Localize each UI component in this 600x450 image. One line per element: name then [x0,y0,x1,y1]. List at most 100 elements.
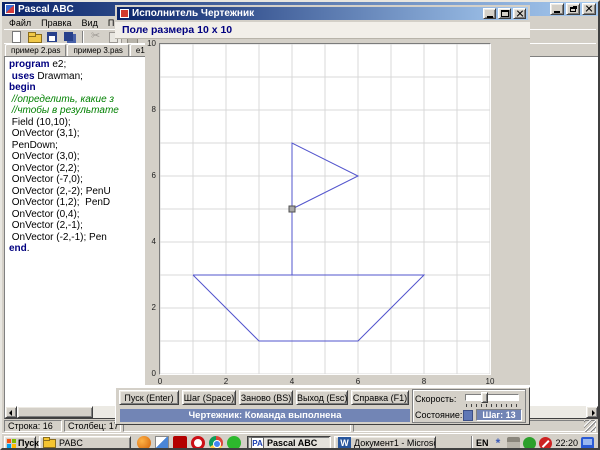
left-arrow-icon [9,410,12,416]
pascal-close-button[interactable] [582,3,596,15]
status-line-panel: Строка: 16 [4,420,62,432]
taskbar-button-Pascal ABC[interactable]: PAPascal ABC [247,436,331,450]
slider-ticks [466,404,518,407]
y-tick-label: 4 [145,237,156,246]
pascal-minimize-button[interactable] [550,3,564,15]
slider-thumb[interactable] [481,392,488,403]
scroll-right-button[interactable] [586,406,598,418]
drawer-maximize-button[interactable] [498,8,511,19]
pascal-window-controls [550,3,596,15]
chrome-icon[interactable] [209,436,223,450]
paint-document-icon[interactable] [155,436,169,450]
speed-state-group: Скорость: Состояние: Шаг: 13 [412,389,526,423]
new-file-icon[interactable] [8,30,24,43]
taskbar-button-label: Документ1 - Microsoft ... [354,438,436,448]
drawer-control-panel: Пуск (Enter)Шаг (Space)Заново (BS)Выход … [115,387,530,425]
x-tick-label: 0 [155,377,165,386]
restore-icon [570,7,576,12]
open-file-icon[interactable] [26,30,42,43]
toolbar-separator [82,31,84,43]
x-tick-label: 2 [221,377,231,386]
language-indicator[interactable]: EN [476,438,489,448]
tab-пример 3.pas[interactable]: пример 3.pas [67,44,128,56]
save-all-icon[interactable] [62,30,78,43]
x-axis-labels: 0 2 4 6 8 10 [145,377,530,387]
printer-tray-icon[interactable] [507,437,520,450]
volume-muted-tray-icon[interactable] [539,437,552,450]
close-icon [515,9,525,19]
y-tick-label: 2 [145,303,156,312]
state-row: Состояние: Шаг: 13 [415,407,523,423]
menu-item-Правка[interactable]: Правка [36,18,76,28]
drawer-status-message: Чертежник: Команда выполнена [120,409,410,422]
desktop-screen: Pascal ABC ФайлПравкаВидПрограмм пример … [0,0,600,450]
minimize-icon [554,11,560,13]
menu-item-Вид[interactable]: Вид [77,18,103,28]
phone-tray-icon[interactable] [523,437,536,450]
drawer-titlebar-inner: Исполнитель Чертежник [117,7,528,20]
field-canvas [160,44,490,374]
right-arrow-icon [592,410,595,416]
x-tick-label: 6 [353,377,363,386]
close-icon [584,4,594,14]
system-tray: EN * 22:20 [471,436,596,450]
speed-slider[interactable] [463,392,521,407]
drawer-button-Справка (F1)[interactable]: Справка (F1) [351,390,409,405]
drawer-button-Пуск (Enter)[interactable]: Пуск (Enter) [119,390,179,405]
bluetooth-tray-icon[interactable]: * [491,437,504,450]
save-file-icon[interactable] [44,30,60,43]
minimize-icon [487,16,493,18]
drawer-app-icon [120,9,129,18]
tab-пример 2.pas[interactable]: пример 2.pas [5,44,66,56]
folder-icon [43,439,56,448]
slider-track [465,394,519,401]
opera-icon[interactable] [191,436,205,450]
drawer-titlebar: Исполнитель Чертежник [115,5,530,22]
speed-label: Скорость: [415,394,463,404]
orange-app-icon[interactable] [137,436,151,450]
pascal-abc-icon: PA [251,437,264,450]
drawer-minimize-button[interactable] [483,8,496,19]
y-tick-label: 8 [145,105,156,114]
step-badge: Шаг: 13 [476,409,522,421]
resize-grip[interactable] [584,420,596,432]
drawer-button-Шаг (Space)[interactable]: Шаг (Space) [182,390,236,405]
maximize-icon [501,10,509,17]
drawer-close-button[interactable] [513,8,526,19]
drawer-field-area: 0 2 4 6 8 10 0 2 4 6 8 10 [145,39,530,385]
adobe-reader-icon[interactable] [173,436,187,450]
field-plot [159,43,491,375]
x-tick-label: 4 [287,377,297,386]
drawer-window-controls [483,8,526,19]
state-label: Состояние: [415,410,463,420]
quick-launch-bar [134,436,244,450]
folder-task-button[interactable]: PABC [39,436,131,450]
windows-flag-icon [7,439,16,448]
status-column-panel: Столбец: 17 [64,420,121,432]
start-button[interactable]: Пуск [4,436,36,450]
taskbar-button-label: Pascal ABC [267,438,317,448]
speed-row: Скорость: [415,391,523,407]
start-button-label: Пуск [18,438,39,448]
drawer-button-Заново (BS)[interactable]: Заново (BS) [239,390,293,405]
menu-item-Файл[interactable]: Файл [4,18,36,28]
cut-icon[interactable] [88,30,104,43]
taskbar-button-Документ1 - Microsoft ...[interactable]: WДокумент1 - Microsoft ... [334,436,436,450]
x-tick-label: 10 [485,377,495,386]
y-tick-label: 10 [145,39,156,48]
drawer-field-caption: Поле размера 10 x 10 [115,22,530,39]
drawer-window-title: Исполнитель Чертежник [132,8,254,20]
pascal-restore-button[interactable] [566,3,580,15]
taskbar: Пуск PABC PAPascal ABCWДокумент1 - Micro… [2,433,598,450]
tray-separator [471,436,473,450]
clock: 22:20 [555,438,578,448]
pascal-abc-app-icon [5,4,15,14]
network-monitor-icon[interactable] [581,437,594,450]
drawer-button-Выход (Esc)[interactable]: Выход (Esc) [296,390,348,405]
scroll-left-button[interactable] [5,406,17,418]
green-phone-icon[interactable] [227,436,241,450]
x-tick-label: 8 [419,377,429,386]
folder-task-label: PABC [59,438,83,448]
state-indicator [463,410,473,421]
scrollbar-thumb[interactable] [17,406,93,418]
